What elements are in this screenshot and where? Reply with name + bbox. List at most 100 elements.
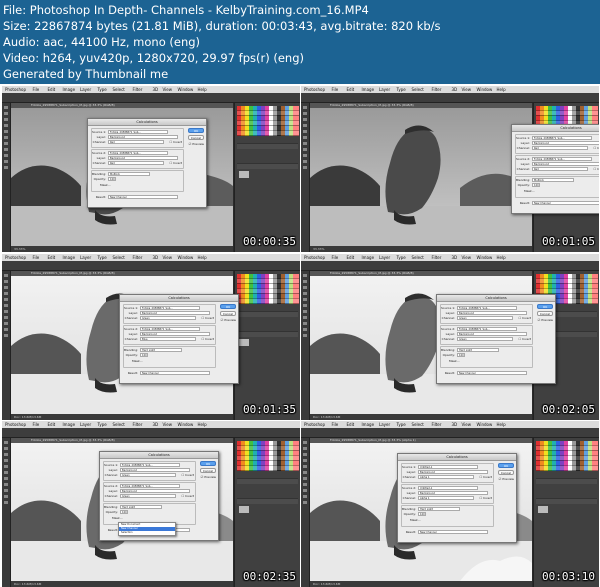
layer-thumbnail[interactable]	[239, 506, 249, 513]
layer-thumbnail[interactable]	[239, 339, 249, 346]
invert1-checkbox[interactable]: ☐ Invert	[480, 475, 492, 479]
source2-select[interactable]: Fotolia_29588871_Sub...	[457, 327, 517, 331]
menu-item[interactable]: Photoshop	[304, 86, 325, 93]
ok-button[interactable]: OK	[220, 304, 236, 309]
menu-item[interactable]: View	[163, 421, 173, 428]
hand-tool-icon[interactable]	[4, 328, 8, 331]
menu-item[interactable]: Photoshop	[304, 254, 325, 261]
move-tool-icon[interactable]	[4, 441, 8, 444]
menu-item[interactable]: Layer	[379, 421, 390, 428]
layer2-select[interactable]: Background	[457, 332, 527, 336]
cancel-button[interactable]: Cancel	[537, 311, 553, 316]
menu-item[interactable]: Filter	[432, 421, 442, 428]
pen-tool-icon[interactable]	[4, 483, 8, 486]
eraser-tool-icon[interactable]	[303, 136, 307, 139]
lasso-tool-icon[interactable]	[303, 453, 307, 456]
video-thumbnail-2[interactable]: Photoshop File Edit Image Layer Type Select Fil…	[301, 86, 599, 252]
layer2-select[interactable]: Background	[108, 156, 178, 160]
gradient-tool-icon[interactable]	[4, 142, 8, 145]
opacity-input[interactable]: 100	[418, 512, 426, 516]
gradient-tool-icon[interactable]	[303, 310, 307, 313]
layer1-select[interactable]: Background	[120, 468, 190, 472]
channel1-select[interactable]: Red	[532, 146, 588, 150]
gradient-tool-icon[interactable]	[4, 310, 8, 313]
menu-item[interactable]: View	[462, 421, 472, 428]
lasso-tool-icon[interactable]	[303, 286, 307, 289]
source1-select[interactable]: Fotolia_29588871_Sub...	[120, 463, 180, 467]
menu-item[interactable]: Window	[477, 254, 493, 261]
brush-tool-icon[interactable]	[4, 130, 8, 133]
cancel-button[interactable]: Cancel	[220, 311, 236, 316]
swatches-panel[interactable]	[237, 106, 299, 136]
type-tool-icon[interactable]	[4, 154, 8, 157]
channel1-select[interactable]: Red	[108, 140, 164, 144]
video-thumbnail-5[interactable]: Photoshop File Edit Image Layer Type Select Fil…	[2, 421, 300, 587]
result-dropdown-menu[interactable]: New Document New Channel Selection	[118, 522, 176, 536]
zoom-tool-icon[interactable]	[4, 334, 8, 337]
crop-tool-icon[interactable]	[4, 124, 8, 127]
invert2-checkbox[interactable]: ☐ Invert	[519, 337, 531, 341]
mask-checkbox-label[interactable]: Mask...	[100, 183, 111, 187]
mask-checkbox-label[interactable]: Mask...	[112, 516, 123, 520]
cancel-button[interactable]: Cancel	[188, 135, 204, 140]
invert1-checkbox[interactable]: ☐ Invert	[182, 473, 194, 477]
blending-select[interactable]: Hard Light	[418, 507, 460, 511]
lasso-tool-icon[interactable]	[4, 453, 8, 456]
crop-tool-icon[interactable]	[4, 459, 8, 462]
mask-checkbox-label[interactable]: Mask...	[449, 359, 460, 363]
menu-item[interactable]: Type	[98, 421, 107, 428]
type-tool-icon[interactable]	[303, 489, 307, 492]
menu-item[interactable]: Layer	[379, 254, 390, 261]
menu-item[interactable]: Help	[198, 86, 207, 93]
menu-item[interactable]: File	[33, 254, 40, 261]
invert1-checkbox[interactable]: ☐ Invert	[594, 146, 599, 150]
result-select[interactable]: New Channel	[457, 371, 527, 375]
source2-select[interactable]: Fotolia_29588871_Sub...	[120, 484, 180, 488]
menu-item[interactable]: View	[163, 254, 173, 261]
invert2-checkbox[interactable]: ☐ Invert	[480, 496, 492, 500]
menu-item[interactable]: Edit	[347, 254, 355, 261]
menu-item[interactable]: Type	[397, 86, 406, 93]
opacity-input[interactable]: 100	[140, 353, 148, 357]
brush-tool-icon[interactable]	[4, 465, 8, 468]
pen-tool-icon[interactable]	[303, 316, 307, 319]
layer2-select[interactable]: Background	[418, 491, 488, 495]
menu-item[interactable]: Window	[178, 86, 194, 93]
gradient-tool-icon[interactable]	[4, 477, 8, 480]
menu-item[interactable]: View	[462, 254, 472, 261]
layer2-select[interactable]: Background	[120, 489, 190, 493]
layer2-select[interactable]: Background	[140, 332, 210, 336]
menu-item[interactable]: Edit	[48, 421, 56, 428]
invert2-checkbox[interactable]: ☐ Invert	[594, 167, 599, 171]
channel2-select[interactable]: Red	[532, 167, 588, 171]
invert1-checkbox[interactable]: ☐ Invert	[202, 316, 214, 320]
menu-item[interactable]: Select	[412, 86, 424, 93]
preview-checkbox[interactable]: ☑ Preview	[499, 477, 514, 481]
layer-thumbnail[interactable]	[239, 171, 249, 178]
invert2-checkbox[interactable]: ☐ Invert	[202, 337, 214, 341]
crop-tool-icon[interactable]	[303, 459, 307, 462]
layer1-select[interactable]: Background	[140, 311, 210, 315]
source2-select[interactable]: Fotolia_29588871_Sub...	[108, 151, 168, 155]
opacity-input[interactable]: 100	[457, 353, 465, 357]
invert2-checkbox[interactable]: ☐ Invert	[170, 161, 182, 165]
blending-select[interactable]: Hard Light	[457, 348, 499, 352]
layer1-select[interactable]: Background	[418, 470, 488, 474]
type-tool-icon[interactable]	[303, 322, 307, 325]
move-tool-icon[interactable]	[4, 106, 8, 109]
opacity-input[interactable]: 100	[120, 510, 128, 514]
menu-item[interactable]: Help	[497, 86, 506, 93]
zoom-tool-icon[interactable]	[303, 334, 307, 337]
swatches-panel[interactable]	[536, 441, 598, 471]
menu-item[interactable]: Window	[178, 254, 194, 261]
brush-tool-icon[interactable]	[303, 130, 307, 133]
preview-checkbox[interactable]: ☑ Preview	[221, 318, 236, 322]
zoom-tool-icon[interactable]	[4, 501, 8, 504]
marquee-tool-icon[interactable]	[303, 280, 307, 283]
layer1-select[interactable]: Background	[108, 135, 178, 139]
pen-tool-icon[interactable]	[303, 148, 307, 151]
type-tool-icon[interactable]	[4, 322, 8, 325]
video-thumbnail-6[interactable]: Photoshop File Edit Image Layer Type Select Fil…	[301, 421, 599, 587]
zoom-tool-icon[interactable]	[303, 166, 307, 169]
eraser-tool-icon[interactable]	[303, 304, 307, 307]
